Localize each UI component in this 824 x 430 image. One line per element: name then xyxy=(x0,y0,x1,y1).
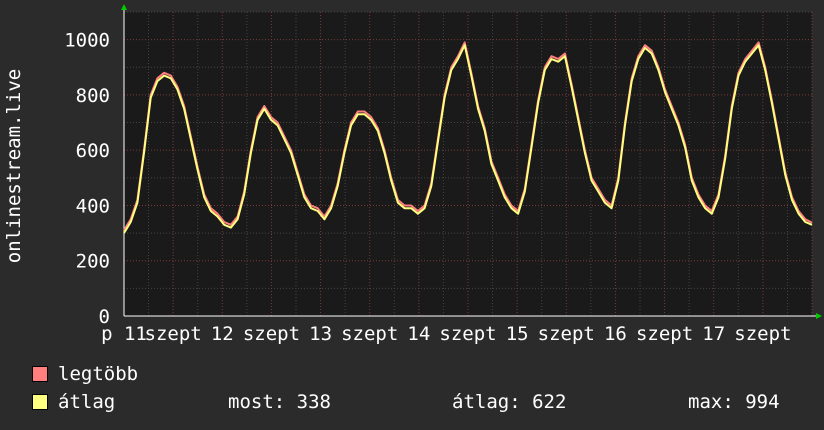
x-tick-label: szept xyxy=(538,323,595,345)
y-tick-label: 200 xyxy=(76,251,110,273)
x-tick-label: 13 xyxy=(309,323,332,345)
y-axis-arrow xyxy=(121,4,127,10)
x-tick-label: szept xyxy=(341,323,398,345)
stat-average: átlag: 622 xyxy=(452,391,567,413)
x-tick-label: p 11 xyxy=(101,323,147,345)
legend-swatch-max xyxy=(32,366,48,382)
x-tick-label: 17 xyxy=(702,323,725,345)
x-tick-label: szept xyxy=(636,323,693,345)
y-tick-label: 800 xyxy=(76,85,110,107)
legend-label-max: legtöbb xyxy=(58,363,139,385)
y-tick-label: 600 xyxy=(76,140,110,162)
line-chart: 02004006008001000p 11szept 12 szept 13 szept… xyxy=(3,4,822,345)
x-tick-label: 12 xyxy=(211,323,234,345)
y-tick-label: 400 xyxy=(76,195,110,217)
y-tick-label: 1000 xyxy=(64,30,110,52)
x-tick-label: szept xyxy=(145,323,202,345)
x-tick-label: szept xyxy=(243,323,300,345)
stat-max: max: 994 xyxy=(688,391,780,413)
legend-item-avg: átlag most: 338 átlag: 622 max: 994 xyxy=(32,391,812,413)
legend-swatch-avg xyxy=(32,394,48,410)
stat-current: most: 338 xyxy=(228,391,331,413)
x-tick-label: szept xyxy=(734,323,791,345)
x-axis-arrow xyxy=(816,313,822,319)
x-tick-label: 16 xyxy=(604,323,627,345)
y-axis-label: onlinestream.live xyxy=(3,69,25,263)
x-tick-label: 15 xyxy=(506,323,529,345)
legend-label-avg: átlag xyxy=(58,391,116,413)
x-tick-label: 14 xyxy=(407,323,430,345)
x-tick-label: szept xyxy=(439,323,496,345)
